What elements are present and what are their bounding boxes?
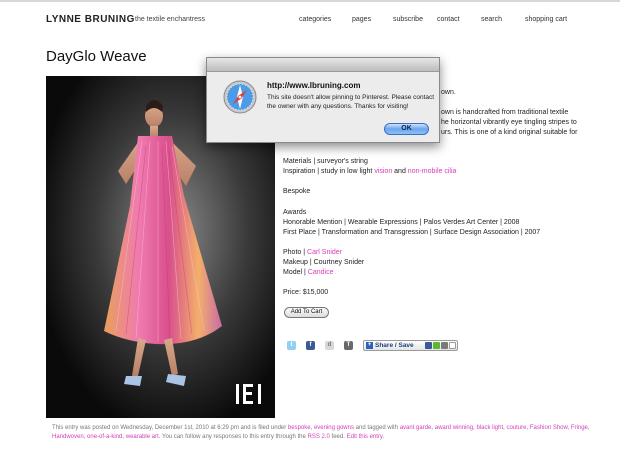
digg-icon[interactable]: d [325, 341, 334, 350]
tag-link-award-winning[interactable]: award winning [435, 425, 473, 431]
nav-search[interactable]: search [481, 16, 502, 23]
tag-link-couture[interactable]: couture [506, 425, 526, 431]
inspiration-label: Inspiration | study in low light [283, 168, 375, 175]
twitter-icon[interactable]: t [287, 341, 296, 350]
bespoke-text: Bespoke [283, 188, 311, 195]
dialog-title-url: http://www.lbruning.com [267, 81, 361, 90]
model-credit: Model | Candice [283, 268, 333, 278]
alert-dialog: http://www.lbruning.com This site doesn'… [206, 57, 440, 143]
footer-text: . [382, 434, 385, 440]
rss-link[interactable]: RSS 2.0 [308, 434, 330, 440]
category-link-bespoke[interactable]: bespoke [288, 425, 311, 431]
materials-text: Materials | surveyor's string [283, 158, 368, 165]
photo-credit: Photo | Carl Snider [283, 248, 342, 258]
nav-contact[interactable]: contact [437, 16, 460, 23]
non-mobile-cilia-link[interactable]: non-mobile cilia [408, 168, 457, 175]
tag-link-one-of-a-kind[interactable]: one-of-a-kind [87, 434, 122, 440]
ok-button[interactable]: OK [384, 123, 429, 135]
makeup-credit: Makeup | Courtney Snider [283, 259, 365, 266]
award-line-1: Honorable Mention | Wearable Expressions… [283, 219, 520, 226]
email-mini-icon [433, 342, 440, 349]
model-link[interactable]: Candice [308, 269, 334, 276]
description-line-3: he horizontal vibrantly eye tingling str… [441, 119, 577, 126]
stepper-icon [449, 342, 456, 349]
model-credit-label: Model | [283, 269, 308, 276]
tag-link-black-light[interactable]: black light [476, 425, 503, 431]
nav-subscribe[interactable]: subscribe [393, 16, 423, 23]
footer-text: feed. [329, 434, 347, 440]
tag-link-wearable-art[interactable]: wearable art [126, 434, 159, 440]
footer-text: , [587, 425, 590, 431]
vision-link[interactable]: vision [374, 168, 392, 175]
footer-text: . You can follow any responses to this e… [158, 434, 308, 440]
nav-categories[interactable]: categories [299, 16, 331, 23]
dialog-message: This site doesn't allow pinning to Pinte… [267, 94, 435, 110]
description-line-2: own is handcrafted from traditional text… [441, 109, 569, 116]
facebook-icon[interactable]: f [306, 341, 315, 350]
safari-compass-icon [223, 80, 257, 114]
inspiration-line: Inspiration | study in low light vision … [283, 167, 456, 177]
site-tagline: the textile enchantress [135, 16, 206, 23]
footer-text: and tagged with [353, 425, 400, 431]
facebook-mini-icon [425, 342, 432, 349]
share-save-button[interactable]: + Share / Save [363, 340, 458, 351]
price-text: Price: $15,000 [283, 289, 329, 296]
photographer-link[interactable]: Carl Snider [307, 249, 342, 256]
tag-link-fringe[interactable]: Fringe [571, 425, 588, 431]
description-line-4: urs. This is one of a kind original suit… [441, 129, 578, 136]
inspiration-and: and [392, 168, 408, 175]
page-title: DayGlo Weave [46, 48, 147, 65]
more-mini-icon [441, 342, 448, 349]
nav-shopping-cart[interactable]: shopping cart [525, 16, 567, 23]
edit-entry-link[interactable]: Edit this entry [347, 434, 383, 440]
photo-credit-label: Photo | [283, 249, 308, 256]
post-meta-footer: This entry was posted on Wednesday, Dece… [52, 424, 592, 442]
plus-icon: + [366, 342, 373, 349]
nav-pages[interactable]: pages [352, 16, 371, 23]
footer-text: This entry was posted on Wednesday, Dece… [52, 425, 288, 431]
tag-link-handwoven[interactable]: Handwoven [52, 434, 84, 440]
tag-link-fashion-show[interactable]: Fashion Show [530, 425, 568, 431]
tumblr-icon[interactable]: T [344, 341, 353, 350]
add-to-cart-button[interactable]: Add To Cart [284, 307, 329, 318]
tag-link-avant-garde[interactable]: avant garde [400, 425, 432, 431]
site-logo[interactable]: LYNNE BRUNING [46, 14, 135, 25]
dialog-titlebar[interactable] [207, 58, 439, 72]
category-link-evening-gowns[interactable]: evening gowns [314, 425, 354, 431]
share-save-label: Share / Save [375, 342, 414, 349]
site-header: LYNNE BRUNING the textile enchantress ca… [0, 0, 620, 40]
description-line-1: own. [441, 89, 456, 96]
awards-heading: Awards [283, 209, 307, 216]
award-line-2: First Place | Transformation and Transgr… [283, 229, 541, 236]
